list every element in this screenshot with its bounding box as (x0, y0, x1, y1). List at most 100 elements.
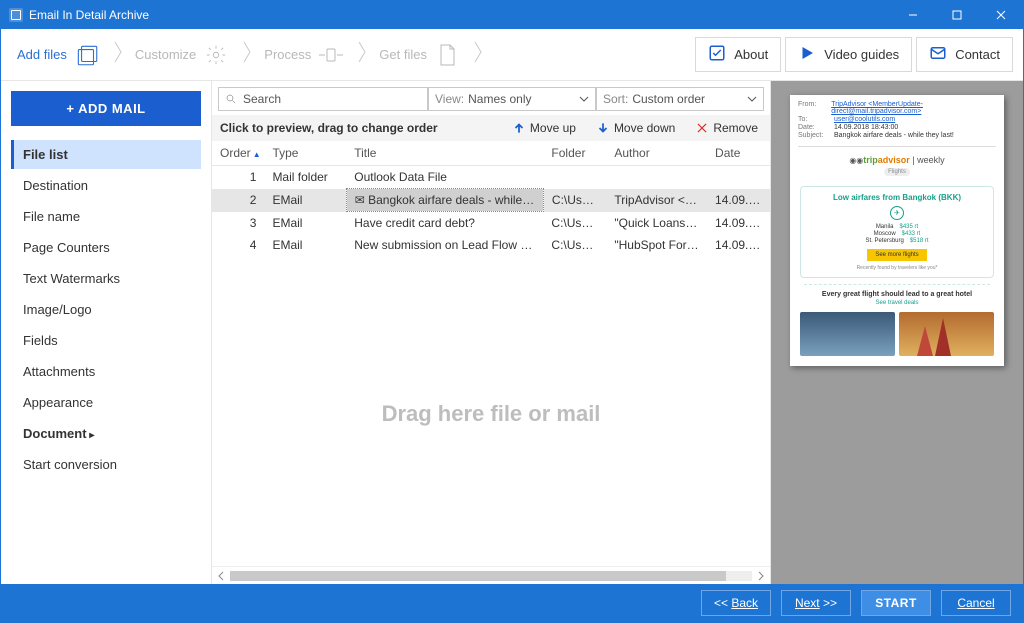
card-note: Recently found by travelers like you* (805, 265, 989, 271)
table-row[interactable]: 2EMail✉ Bangkok airfare deals - while th… (212, 189, 770, 212)
sidebar-item-fields[interactable]: Fields (11, 326, 201, 355)
remove-button[interactable]: Remove (691, 119, 762, 137)
center-panel: Search View:Names only Sort:Custom order… (211, 81, 771, 584)
chevron-right-icon[interactable] (756, 571, 766, 581)
sidebar-item-text-watermarks[interactable]: Text Watermarks (11, 264, 201, 293)
action-row: Click to preview, drag to change order M… (212, 115, 770, 141)
sidebar-item-document[interactable]: Document (11, 419, 201, 448)
search-icon (225, 93, 237, 105)
titlebar: Email In Detail Archive (1, 1, 1023, 29)
arrow-up-icon (512, 121, 526, 135)
flights-tag: Flights (884, 168, 910, 176)
table-row[interactable]: 3EMailHave credit card debt?C:\User..."Q… (212, 212, 770, 235)
price-row: St. Petersburg$518 rt (805, 238, 989, 244)
price-row: Manila$435 rt (805, 224, 989, 230)
maximize-button[interactable] (935, 1, 979, 29)
back-button[interactable]: << Back (701, 590, 771, 616)
scroll-track[interactable] (230, 571, 752, 581)
search-input[interactable]: Search (218, 87, 428, 111)
envelope-icon (929, 44, 947, 65)
date-value: 14.09.2018 18:43:00 (834, 124, 898, 131)
sidebar-item-image-logo[interactable]: Image/Logo (11, 295, 201, 324)
airfare-card: Low airfares from Bangkok (BKK) ✈ Manila… (800, 186, 994, 278)
add-mail-button[interactable]: + ADD MAIL (11, 91, 201, 126)
email-header: From:TripAdvisor <MemberUpdate-direct@ma… (790, 95, 1004, 144)
check-square-icon (708, 44, 726, 65)
play-icon (798, 44, 816, 65)
col-type[interactable]: Type (264, 141, 346, 166)
breadcrumb-get-files-label: Get files (379, 47, 427, 62)
sidebar-item-start-conversion[interactable]: Start conversion (11, 450, 201, 479)
breadcrumb-get-files: Get files (373, 37, 467, 73)
chevron-right-icon (355, 40, 369, 69)
process-icon (317, 41, 345, 69)
photo-right (899, 312, 994, 356)
view-value: Names only (468, 92, 531, 106)
preview-page: From:TripAdvisor <MemberUpdate-direct@ma… (790, 95, 1004, 366)
sidebar-item-file-name[interactable]: File name (11, 202, 201, 231)
grid-header-row[interactable]: Order▲ Type Title Folder Author Date (212, 141, 770, 166)
next-button[interactable]: Next >> (781, 590, 851, 616)
slogan-link: See travel deals (790, 300, 1004, 306)
x-icon (695, 121, 709, 135)
filter-row: Search View:Names only Sort:Custom order (212, 81, 770, 115)
col-folder[interactable]: Folder (543, 141, 606, 166)
breadcrumb-customize: Customize (129, 37, 236, 73)
view-dropdown[interactable]: View:Names only (428, 87, 596, 111)
move-down-label: Move down (614, 121, 675, 135)
sort-asc-icon: ▲ (253, 150, 261, 159)
chevron-down-icon (579, 94, 589, 104)
table-row[interactable]: 4EMailNew submission on Lead Flow "My...… (212, 234, 770, 256)
card-headline: Low airfares from Bangkok (BKK) (805, 193, 989, 202)
table-row[interactable]: 1Mail folderOutlook Data File (212, 166, 770, 189)
slogan-text: Every great flight should lead to a grea… (790, 291, 1004, 298)
preview-panel: From:TripAdvisor <MemberUpdate-direct@ma… (771, 81, 1023, 584)
plane-icon: ✈ (890, 206, 904, 220)
start-button[interactable]: START (861, 590, 931, 616)
cancel-button[interactable]: Cancel (941, 590, 1011, 616)
subject-value: Bangkok airfare deals - while they last! (834, 132, 954, 139)
breadcrumb-add-files[interactable]: Add files (11, 37, 107, 73)
close-button[interactable] (979, 1, 1023, 29)
sidebar-item-attachments[interactable]: Attachments (11, 357, 201, 386)
minimize-button[interactable] (891, 1, 935, 29)
window-title: Email In Detail Archive (29, 8, 891, 22)
chevron-right-icon (471, 40, 485, 69)
sort-dropdown[interactable]: Sort:Custom order (596, 87, 764, 111)
col-title[interactable]: Title (346, 141, 543, 166)
breadcrumb-toolbar: Add files Customize Process Get files Ab… (1, 29, 1023, 81)
price-row: Moscow$433 rt (805, 231, 989, 237)
move-down-button[interactable]: Move down (592, 119, 679, 137)
drop-hint: Drag here file or mail (212, 261, 770, 566)
breadcrumb-customize-label: Customize (135, 47, 196, 62)
sidebar-item-file-list[interactable]: File list (11, 140, 201, 169)
mail-grid[interactable]: Order▲ Type Title Folder Author Date 1Ma… (212, 141, 770, 566)
video-guides-button[interactable]: Video guides (785, 37, 912, 72)
contact-button[interactable]: Contact (916, 37, 1013, 72)
sidebar-item-appearance[interactable]: Appearance (11, 388, 201, 417)
app-window: Email In Detail Archive Add files Custom… (0, 0, 1024, 623)
breadcrumb-process-label: Process (264, 47, 311, 62)
see-more-flights-button: See more flights (867, 249, 926, 261)
col-order: Order▲ (212, 141, 264, 166)
photo-row (790, 312, 1004, 366)
col-date[interactable]: Date (707, 141, 770, 166)
move-up-button[interactable]: Move up (508, 119, 580, 137)
pdf-file-icon (433, 41, 461, 69)
move-up-label: Move up (530, 121, 576, 135)
instruction-text: Click to preview, drag to change order (220, 121, 496, 135)
contact-label: Contact (955, 47, 1000, 62)
chevron-left-icon[interactable] (216, 571, 226, 581)
about-label: About (734, 47, 768, 62)
col-author[interactable]: Author (606, 141, 707, 166)
breadcrumb-add-files-label: Add files (17, 47, 67, 62)
sidebar-item-destination[interactable]: Destination (11, 171, 201, 200)
main-body: + ADD MAIL File list Destination File na… (1, 81, 1023, 584)
about-button[interactable]: About (695, 37, 781, 72)
scroll-thumb[interactable] (230, 571, 726, 581)
sidebar-item-page-counters[interactable]: Page Counters (11, 233, 201, 262)
chevron-right-icon (111, 40, 125, 69)
horizontal-scrollbar[interactable] (212, 566, 770, 584)
remove-label: Remove (713, 121, 758, 135)
bottom-bar: << Back Next >> START Cancel (1, 584, 1023, 622)
